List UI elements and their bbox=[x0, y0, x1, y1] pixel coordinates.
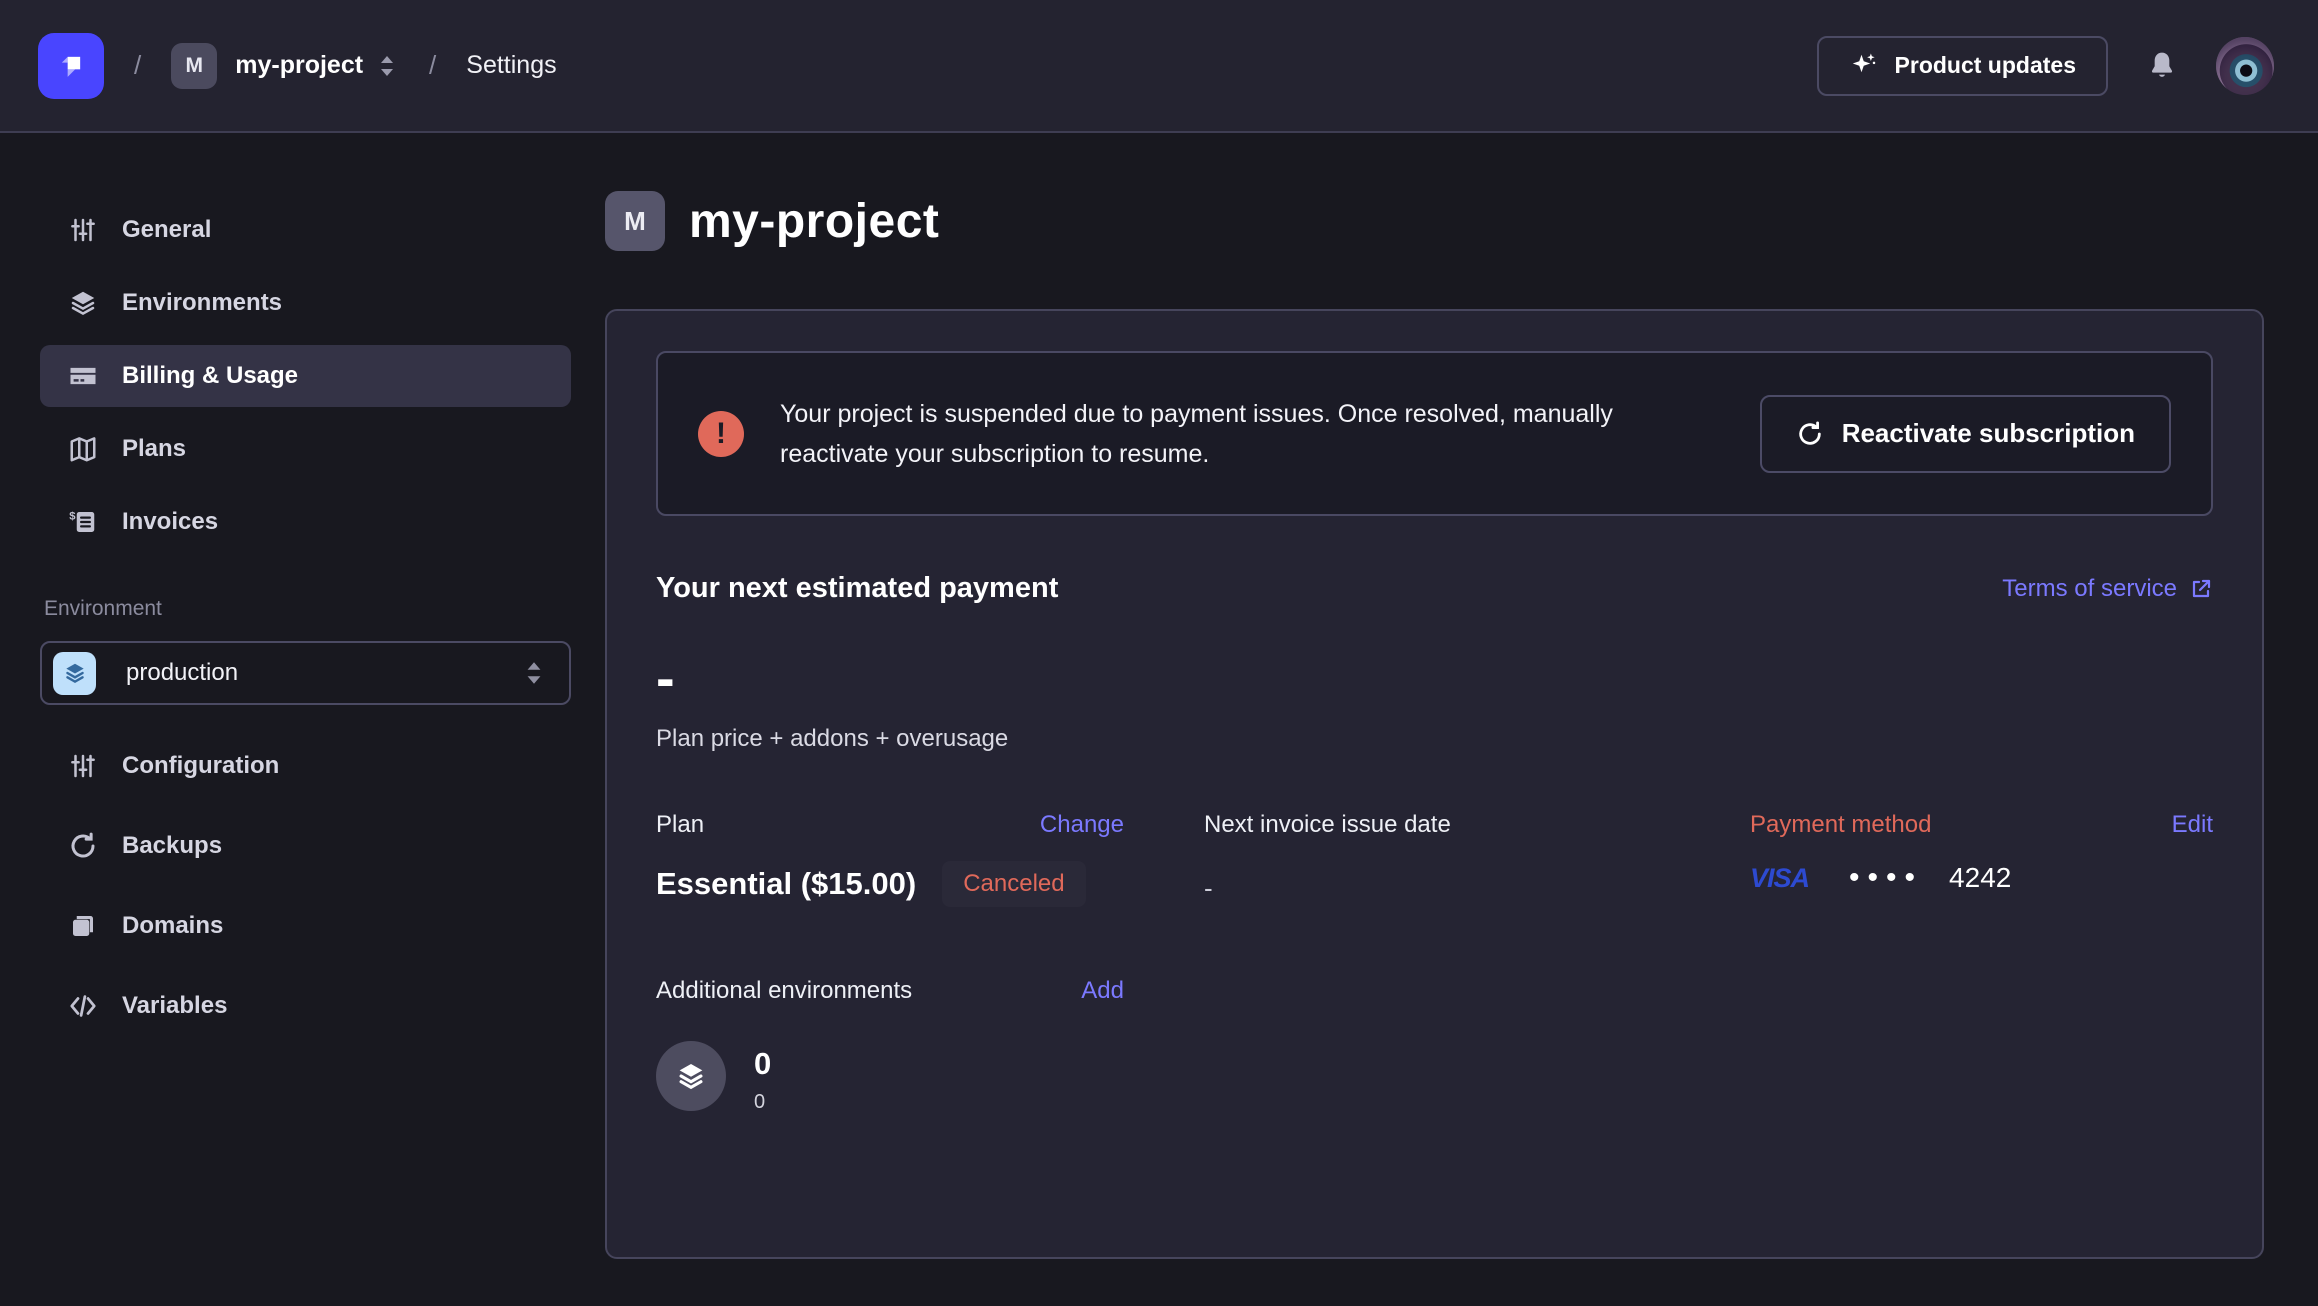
plan-value: Essential ($15.00) bbox=[656, 866, 916, 902]
sliders-icon bbox=[68, 751, 98, 781]
top-header: / M my-project / Settings Product update… bbox=[0, 0, 2318, 133]
plan-label: Plan bbox=[656, 811, 704, 839]
breadcrumb-settings: Settings bbox=[466, 51, 556, 80]
sidebar-item-configuration[interactable]: Configuration bbox=[40, 735, 571, 797]
project-chip: M bbox=[171, 43, 217, 89]
payment-formula: Plan price + addons + overusage bbox=[656, 725, 2213, 753]
chevron-updown-icon bbox=[375, 52, 399, 80]
next-invoice-column: Next invoice issue date - bbox=[1204, 811, 1750, 907]
sidebar-item-variables[interactable]: Variables bbox=[40, 975, 571, 1037]
product-updates-label: Product updates bbox=[1895, 52, 2076, 79]
user-avatar[interactable] bbox=[2216, 37, 2274, 95]
project-name: my-project bbox=[235, 51, 363, 80]
product-updates-button[interactable]: Product updates bbox=[1817, 36, 2108, 96]
map-icon bbox=[68, 434, 98, 464]
layers-icon bbox=[674, 1059, 708, 1093]
notifications-bell-icon[interactable] bbox=[2146, 50, 2178, 82]
change-plan-link[interactable]: Change bbox=[1040, 811, 1124, 839]
sidebar-item-general[interactable]: General bbox=[40, 199, 571, 261]
page-title: my-project bbox=[689, 194, 939, 249]
plan-status-badge: Canceled bbox=[942, 861, 1085, 907]
sidebar-item-domains[interactable]: Domains bbox=[40, 895, 571, 957]
sparkles-icon bbox=[1849, 51, 1879, 81]
refresh-icon bbox=[68, 831, 98, 861]
environments-count: 0 bbox=[754, 1047, 771, 1081]
terms-of-service-link[interactable]: Terms of service bbox=[2002, 575, 2213, 603]
stack-icon bbox=[68, 911, 98, 941]
code-icon bbox=[68, 991, 98, 1021]
sidebar-item-plans[interactable]: Plans bbox=[40, 418, 571, 480]
strapi-logo-icon bbox=[51, 46, 91, 86]
sidebar: General Environments Billing & Usage bbox=[0, 133, 591, 1304]
refresh-icon bbox=[1796, 420, 1824, 448]
breadcrumb-separator: / bbox=[429, 50, 436, 81]
environments-count-circle bbox=[656, 1041, 726, 1111]
next-payment-heading: Your next estimated payment bbox=[656, 572, 1058, 605]
alert-message: Your project is suspended due to payment… bbox=[780, 394, 1680, 474]
sidebar-item-environments[interactable]: Environments bbox=[40, 272, 571, 334]
sidebar-item-label: Plans bbox=[122, 435, 186, 463]
sidebar-item-label: Invoices bbox=[122, 508, 218, 536]
main-content: M my-project ! Your project is suspended… bbox=[591, 133, 2318, 1304]
suspension-alert: ! Your project is suspended due to payme… bbox=[656, 351, 2213, 516]
card-last4: 4242 bbox=[1949, 862, 2011, 894]
sidebar-item-label: General bbox=[122, 216, 211, 244]
sidebar-item-label: Domains bbox=[122, 912, 223, 940]
additional-environments-label: Additional environments bbox=[656, 977, 912, 1005]
environments-count-sub: 0 bbox=[754, 1091, 771, 1114]
breadcrumb-separator: / bbox=[134, 50, 141, 81]
sliders-icon bbox=[68, 215, 98, 245]
receipt-icon: $ bbox=[68, 507, 98, 537]
project-avatar-chip: M bbox=[605, 191, 665, 251]
next-invoice-label: Next invoice issue date bbox=[1204, 811, 1451, 839]
payment-method-column: Payment method Edit VISA •••• 4242 bbox=[1750, 811, 2213, 907]
next-invoice-value: - bbox=[1204, 873, 1750, 904]
sidebar-item-backups[interactable]: Backups bbox=[40, 815, 571, 877]
payment-amount: - bbox=[656, 663, 2213, 693]
card-digits-dots: •••• bbox=[1849, 861, 1923, 895]
additional-environments-section: Additional environments Add 0 0 bbox=[656, 977, 2213, 1114]
sidebar-item-invoices[interactable]: $ Invoices bbox=[40, 491, 571, 553]
sidebar-item-label: Environments bbox=[122, 289, 282, 317]
visa-logo: VISA bbox=[1750, 863, 1809, 894]
environment-layers-icon bbox=[53, 652, 96, 695]
add-environment-link[interactable]: Add bbox=[1081, 977, 1124, 1005]
reactivate-label: Reactivate subscription bbox=[1842, 418, 2135, 449]
plan-column: Plan Change Essential ($15.00) Canceled bbox=[656, 811, 1204, 907]
environment-section-label: Environment bbox=[44, 597, 571, 621]
reactivate-subscription-button[interactable]: Reactivate subscription bbox=[1760, 395, 2171, 473]
layers-icon bbox=[68, 288, 98, 318]
sidebar-item-label: Configuration bbox=[122, 752, 279, 780]
chevron-updown-icon bbox=[521, 658, 547, 688]
billing-card: ! Your project is suspended due to payme… bbox=[605, 309, 2264, 1259]
payment-method-label: Payment method bbox=[1750, 811, 1931, 839]
alert-icon: ! bbox=[698, 411, 744, 457]
app-logo[interactable] bbox=[38, 33, 104, 99]
credit-card-icon bbox=[68, 361, 98, 391]
breadcrumb-project[interactable]: M my-project bbox=[171, 43, 399, 89]
environment-select-value: production bbox=[126, 659, 238, 687]
external-link-icon bbox=[2189, 577, 2213, 601]
sidebar-item-billing-usage[interactable]: Billing & Usage bbox=[40, 345, 571, 407]
sidebar-item-label: Backups bbox=[122, 832, 222, 860]
sidebar-item-label: Billing & Usage bbox=[122, 362, 298, 390]
environment-select[interactable]: production bbox=[40, 641, 571, 705]
svg-text:$: $ bbox=[69, 511, 76, 523]
sidebar-item-label: Variables bbox=[122, 992, 227, 1020]
terms-of-service-label: Terms of service bbox=[2002, 575, 2177, 603]
edit-payment-link[interactable]: Edit bbox=[2172, 811, 2213, 839]
